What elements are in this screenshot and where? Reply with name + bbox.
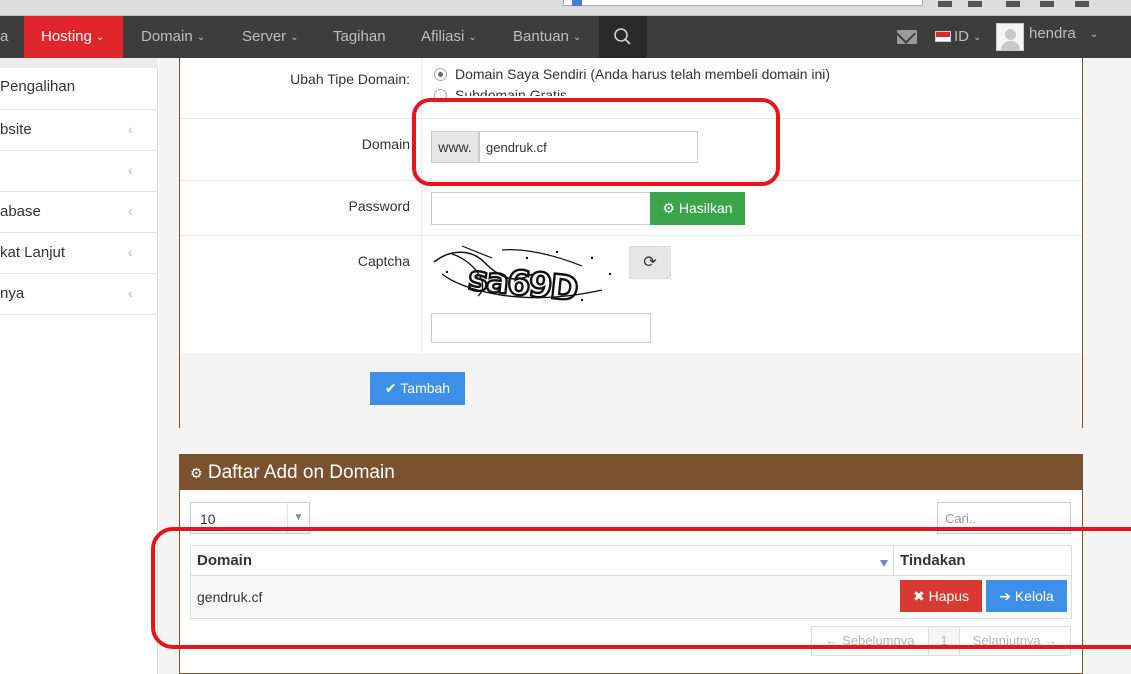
chevron-down-icon: ⌄ <box>196 32 206 43</box>
nav-item-afiliasi[interactable]: Afiliasi ⌄ <box>421 16 477 58</box>
generate-label: Hasilkan <box>678 200 733 216</box>
radio-free-subdomain-label: Subdomain Gratis <box>455 87 568 96</box>
home-icon[interactable] <box>1040 1 1054 7</box>
generate-password-button[interactable]: ⚙ Hasilkan <box>650 192 745 225</box>
chevron-left-icon: ‹ <box>128 244 133 260</box>
sidebar-item-lainnya[interactable]: nya ‹ <box>0 274 158 315</box>
user-menu[interactable]: hendra ⌄ <box>1029 13 1098 55</box>
nav-label: Tagihan <box>333 28 386 45</box>
nav-item-server[interactable]: Server ⌄ <box>242 16 299 58</box>
list-header: ⚙ Daftar Add on Domain <box>180 455 1082 490</box>
menu-icon[interactable] <box>1075 1 1089 7</box>
password-label: Password <box>348 198 410 214</box>
annotation-highlight-domain <box>412 98 780 186</box>
captcha-row: Captcha sa69D ⟳ <box>180 236 1082 353</box>
mail-icon[interactable] <box>897 30 917 44</box>
nav-label: Afiliasi <box>421 28 465 45</box>
domain-type-label: Ubah Tipe Domain: <box>290 71 410 87</box>
avatar[interactable] <box>996 23 1024 51</box>
gears-icon: ⚙ <box>190 465 203 481</box>
top-navbar: a Hosting ⌄ Domain ⌄ Server ⌄ Tagihan Afili… <box>0 16 1131 58</box>
user-name: hendra <box>1029 25 1076 42</box>
form-footer: ✔ Tambah <box>180 353 1082 428</box>
sidebar-item-tingkat-lanjut[interactable]: kat Lanjut ‹ <box>0 233 158 274</box>
password-row: Password ⚙ Hasilkan <box>180 181 1082 236</box>
chevron-down-icon: ⌄ <box>572 32 582 43</box>
chevron-left-icon: ‹ <box>128 285 133 301</box>
browser-toolbar <box>0 0 1131 16</box>
sidebar-item-website[interactable]: bsite ‹ <box>0 110 158 151</box>
check-icon: ✔ <box>384 380 397 396</box>
nav-label: Bantuan <box>513 28 569 45</box>
chevron-down-icon: ⌄ <box>973 32 982 43</box>
refresh-captcha-button[interactable]: ⟳ <box>629 246 671 279</box>
nav-item-domain[interactable]: Domain ⌄ <box>141 16 205 58</box>
sidebar-item-pengalihan[interactable]: Pengalihan <box>0 68 158 110</box>
sidebar-top-strip <box>0 58 158 68</box>
sidebar: Pengalihan bsite ‹ ‹ abase ‹ kat Lanjut … <box>0 58 158 674</box>
chevron-left-icon: ‹ <box>128 121 133 137</box>
sidebar-item-label: Pengalihan <box>0 78 76 95</box>
radio-own-domain[interactable] <box>434 68 447 81</box>
star-icon[interactable] <box>938 1 952 7</box>
sidebar-item-email[interactable]: ‹ <box>0 151 158 192</box>
language-label: ID <box>954 28 969 45</box>
radio-own-domain-label: Domain Saya Sendiri (Anda harus telah me… <box>455 66 831 82</box>
language-selector[interactable]: ID ⌄ <box>954 16 981 58</box>
extension-icon[interactable] <box>968 1 982 7</box>
chevron-down-icon: ⌄ <box>95 32 105 43</box>
page-icon <box>572 0 582 6</box>
gear-icon: ⚙ <box>662 200 675 216</box>
domain-label: Domain <box>361 136 410 152</box>
nav-label: Hosting <box>41 28 92 45</box>
address-bar[interactable] <box>563 0 923 6</box>
refresh-icon: ⟳ <box>643 254 657 271</box>
nav-item-tagihan[interactable]: Tagihan <box>333 16 386 58</box>
password-input[interactable] <box>431 192 651 225</box>
captcha-input[interactable] <box>431 313 651 343</box>
annotation-highlight-table <box>151 527 1131 649</box>
nav-search-button[interactable] <box>599 16 647 58</box>
chevron-down-icon: ⌄ <box>290 32 299 43</box>
sidebar-item-label: kat Lanjut <box>0 244 66 261</box>
nav-label: Domain <box>141 28 193 45</box>
list-title: Daftar Add on Domain <box>207 462 395 483</box>
add-label: Tambah <box>400 380 451 396</box>
nav-label: Server <box>242 28 287 45</box>
sidebar-item-label: abase <box>0 203 41 220</box>
search-icon <box>614 28 631 45</box>
sidebar-item-label: bsite <box>0 121 32 138</box>
download-icon[interactable] <box>1006 1 1020 7</box>
chevron-left-icon: ‹ <box>128 203 133 219</box>
captcha-text: sa69D <box>466 258 579 308</box>
page-size-value: 10 <box>200 511 216 527</box>
chevron-left-icon: ‹ <box>128 162 133 178</box>
captcha-label: Captcha <box>357 253 410 269</box>
flag-id-icon <box>935 31 951 42</box>
nav-item-home[interactable]: a <box>0 16 24 58</box>
sidebar-item-label: nya <box>0 285 25 302</box>
sidebar-item-database[interactable]: abase ‹ <box>0 192 158 233</box>
add-domain-button[interactable]: ✔ Tambah <box>370 372 465 405</box>
nav-item-bantuan[interactable]: Bantuan ⌄ <box>513 16 581 58</box>
chevron-down-icon: ⌄ <box>468 32 477 43</box>
captcha-image: sa69D <box>433 245 612 308</box>
chevron-down-icon: ⌄ <box>1089 29 1099 40</box>
